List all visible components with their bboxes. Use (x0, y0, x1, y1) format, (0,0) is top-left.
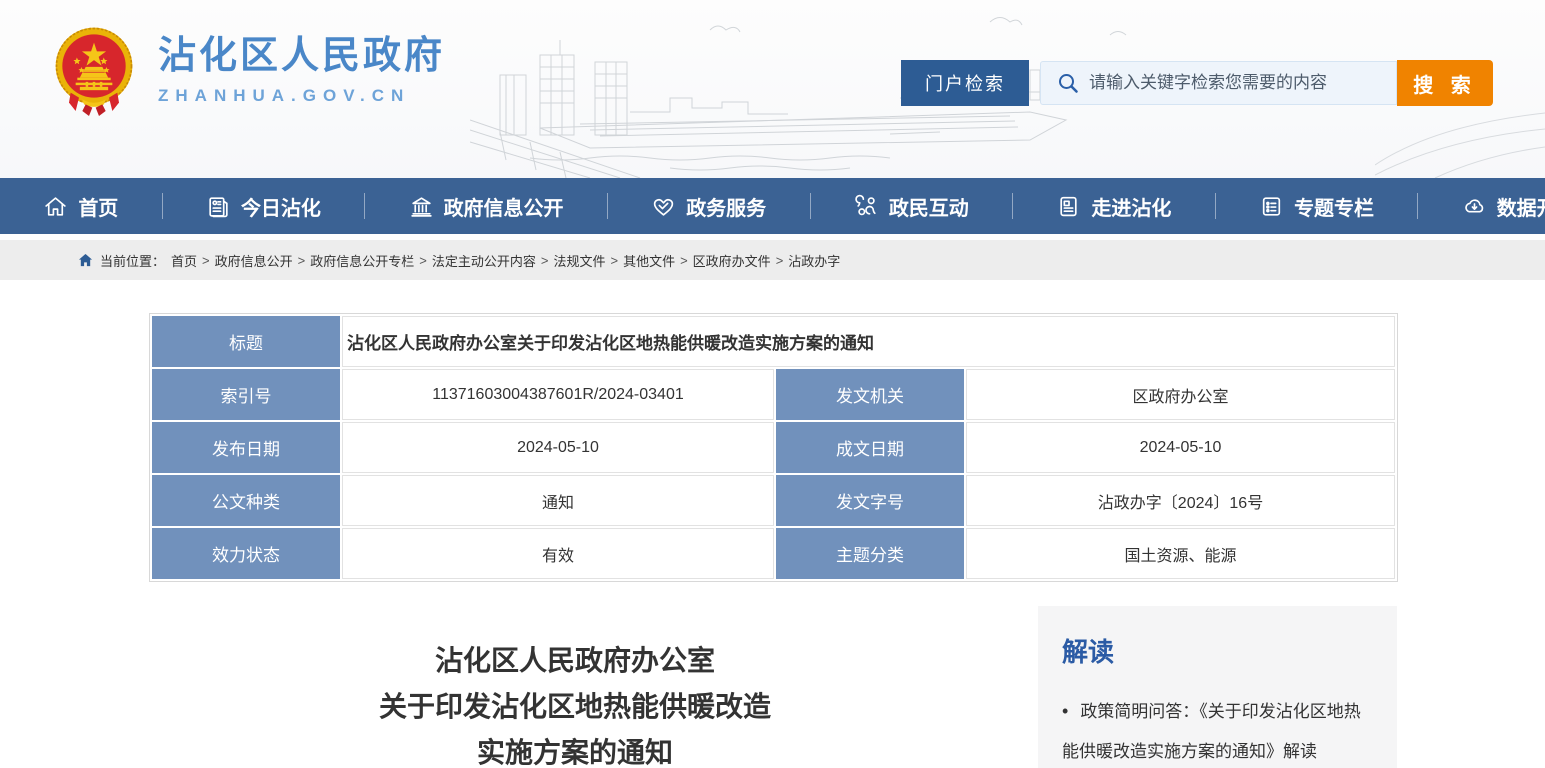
nav-label: 首页 (78, 192, 118, 221)
meta-value: 国土资源、能源 (966, 528, 1395, 579)
document-body: 沾化区人民政府办公室 关于印发沾化区地热能供暖改造 实施方案的通知 (150, 606, 1000, 768)
document-title-line: 实施方案的通知 (150, 730, 1000, 768)
nav-item-services[interactable]: 政务服务 (608, 178, 810, 234)
document-title: 沾化区人民政府办公室 关于印发沾化区地热能供暖改造 实施方案的通知 (150, 638, 1000, 768)
main-content: 标题 沾化区人民政府办公室关于印发沾化区地热能供暖改造实施方案的通知 索引号 1… (150, 314, 1397, 768)
breadcrumb-separator: > (776, 253, 784, 268)
nav-item-about[interactable]: 走进沾化 (1013, 178, 1215, 234)
table-row: 公文种类 通知 发文字号 沾政办字〔2024〕16号 (152, 475, 1395, 526)
national-emblem-icon (52, 26, 136, 116)
home-small-icon (78, 253, 93, 268)
site-header: 沾化区人民政府 ZHANHUA.GOV.CN 门户检索 搜 索 (0, 0, 1545, 178)
meta-value: 区政府办公室 (966, 369, 1395, 420)
search-input[interactable] (1079, 62, 1396, 104)
document-meta-table: 标题 沾化区人民政府办公室关于印发沾化区地热能供暖改造实施方案的通知 索引号 1… (150, 314, 1397, 581)
document-title-line: 沾化区人民政府办公室 (150, 638, 1000, 684)
nav-item-home[interactable]: 首页 (0, 178, 162, 234)
table-row: 发布日期 2024-05-10 成文日期 2024-05-10 (152, 422, 1395, 473)
breadcrumb: 当前位置： 首页 > 政府信息公开 > 政府信息公开专栏 > 法定主动公开内容 … (78, 251, 840, 270)
meta-label: 发文机关 (776, 369, 964, 420)
meta-label: 效力状态 (152, 528, 340, 579)
table-row: 效力状态 有效 主题分类 国土资源、能源 (152, 528, 1395, 579)
nav-item-topics[interactable]: 专题专栏 (1216, 178, 1418, 234)
meta-label: 主题分类 (776, 528, 964, 579)
document-title-line: 关于印发沾化区地热能供暖改造 (150, 684, 1000, 730)
cloud-download-icon (1462, 194, 1487, 219)
interpretation-panel: 解读 政策简明问答：《关于印发沾化区地热能供暖改造实施方案的通知》解读 (1038, 606, 1397, 768)
table-row: 索引号 11371603004387601R/2024-03401 发文机关 区… (152, 369, 1395, 420)
nav-item-open-data[interactable]: 数据开放 (1418, 178, 1545, 234)
nav-item-today[interactable]: 今日沾化 (163, 178, 365, 234)
site-logo[interactable]: 沾化区人民政府 ZHANHUA.GOV.CN (52, 26, 445, 116)
header-search-area: 门户检索 搜 索 (901, 60, 1493, 106)
meta-title-value: 沾化区人民政府办公室关于印发沾化区地热能供暖改造实施方案的通知 (342, 316, 1395, 367)
breadcrumb-item[interactable]: 法规文件 (553, 251, 605, 270)
interpretation-link[interactable]: 政策简明问答：《关于印发沾化区地热能供暖改造实施方案的通知》解读 (1062, 691, 1375, 768)
meta-value: 11371603004387601R/2024-03401 (342, 369, 774, 420)
bank-icon (409, 194, 434, 219)
meta-value: 沾政办字〔2024〕16号 (966, 475, 1395, 526)
breadcrumb-separator: > (419, 253, 427, 268)
nav-label: 政务服务 (686, 192, 766, 221)
meta-value: 2024-05-10 (342, 422, 774, 473)
chat-icon (854, 194, 879, 219)
corner-sketch-lines (1375, 95, 1545, 178)
home-icon (43, 194, 68, 219)
meta-label: 发文字号 (776, 475, 964, 526)
breadcrumb-item[interactable]: 法定主动公开内容 (432, 251, 536, 270)
meta-value: 有效 (342, 528, 774, 579)
nav-label: 政府信息公开 (444, 192, 564, 221)
portal-search-button[interactable]: 门户检索 (901, 60, 1029, 106)
search-box (1040, 61, 1397, 105)
breadcrumb-item[interactable]: 区政府办文件 (693, 251, 771, 270)
breadcrumb-prefix: 当前位置： (100, 251, 165, 270)
search-submit-button[interactable]: 搜 索 (1397, 60, 1493, 106)
breadcrumb-separator: > (680, 253, 688, 268)
meta-value: 2024-05-10 (966, 422, 1395, 473)
table-row: 标题 沾化区人民政府办公室关于印发沾化区地热能供暖改造实施方案的通知 (152, 316, 1395, 367)
nav-label: 专题专栏 (1294, 192, 1374, 221)
nav-label: 走进沾化 (1091, 192, 1171, 221)
meta-value: 通知 (342, 475, 774, 526)
nav-item-interaction[interactable]: 政民互动 (811, 178, 1013, 234)
breadcrumb-separator: > (202, 253, 210, 268)
interpretation-heading: 解读 (1062, 632, 1375, 669)
nav-label: 政民互动 (889, 192, 969, 221)
nav-item-gov-info[interactable]: 政府信息公开 (365, 178, 607, 234)
site-domain: ZHANHUA.GOV.CN (158, 86, 445, 106)
meta-label: 公文种类 (152, 475, 340, 526)
nav-label: 今日沾化 (241, 192, 321, 221)
breadcrumb-item[interactable]: 其他文件 (623, 251, 675, 270)
breadcrumb-item[interactable]: 沾政办字 (788, 251, 840, 270)
breadcrumb-separator: > (298, 253, 306, 268)
newspaper-icon (206, 194, 231, 219)
search-icon (1057, 72, 1079, 94)
breadcrumb-item[interactable]: 政府信息公开 (215, 251, 293, 270)
breadcrumb-item[interactable]: 政府信息公开专栏 (310, 251, 414, 270)
meta-label: 标题 (152, 316, 340, 367)
meta-label: 索引号 (152, 369, 340, 420)
breadcrumb-item[interactable]: 首页 (171, 251, 197, 270)
meta-label: 成文日期 (776, 422, 964, 473)
site-name: 沾化区人民政府 (158, 36, 445, 78)
main-nav: 首页 今日沾化 政府信息公开 政务服务 政民互动 走进沾化 专题 (0, 178, 1545, 234)
breadcrumb-bar: 当前位置： 首页 > 政府信息公开 > 政府信息公开专栏 > 法定主动公开内容 … (0, 240, 1545, 280)
nav-label: 数据开放 (1497, 192, 1545, 221)
handshake-icon (651, 194, 676, 219)
document-icon (1056, 194, 1081, 219)
meta-label: 发布日期 (152, 422, 340, 473)
breadcrumb-separator: > (610, 253, 618, 268)
list-icon (1259, 194, 1284, 219)
breadcrumb-separator: > (541, 253, 549, 268)
